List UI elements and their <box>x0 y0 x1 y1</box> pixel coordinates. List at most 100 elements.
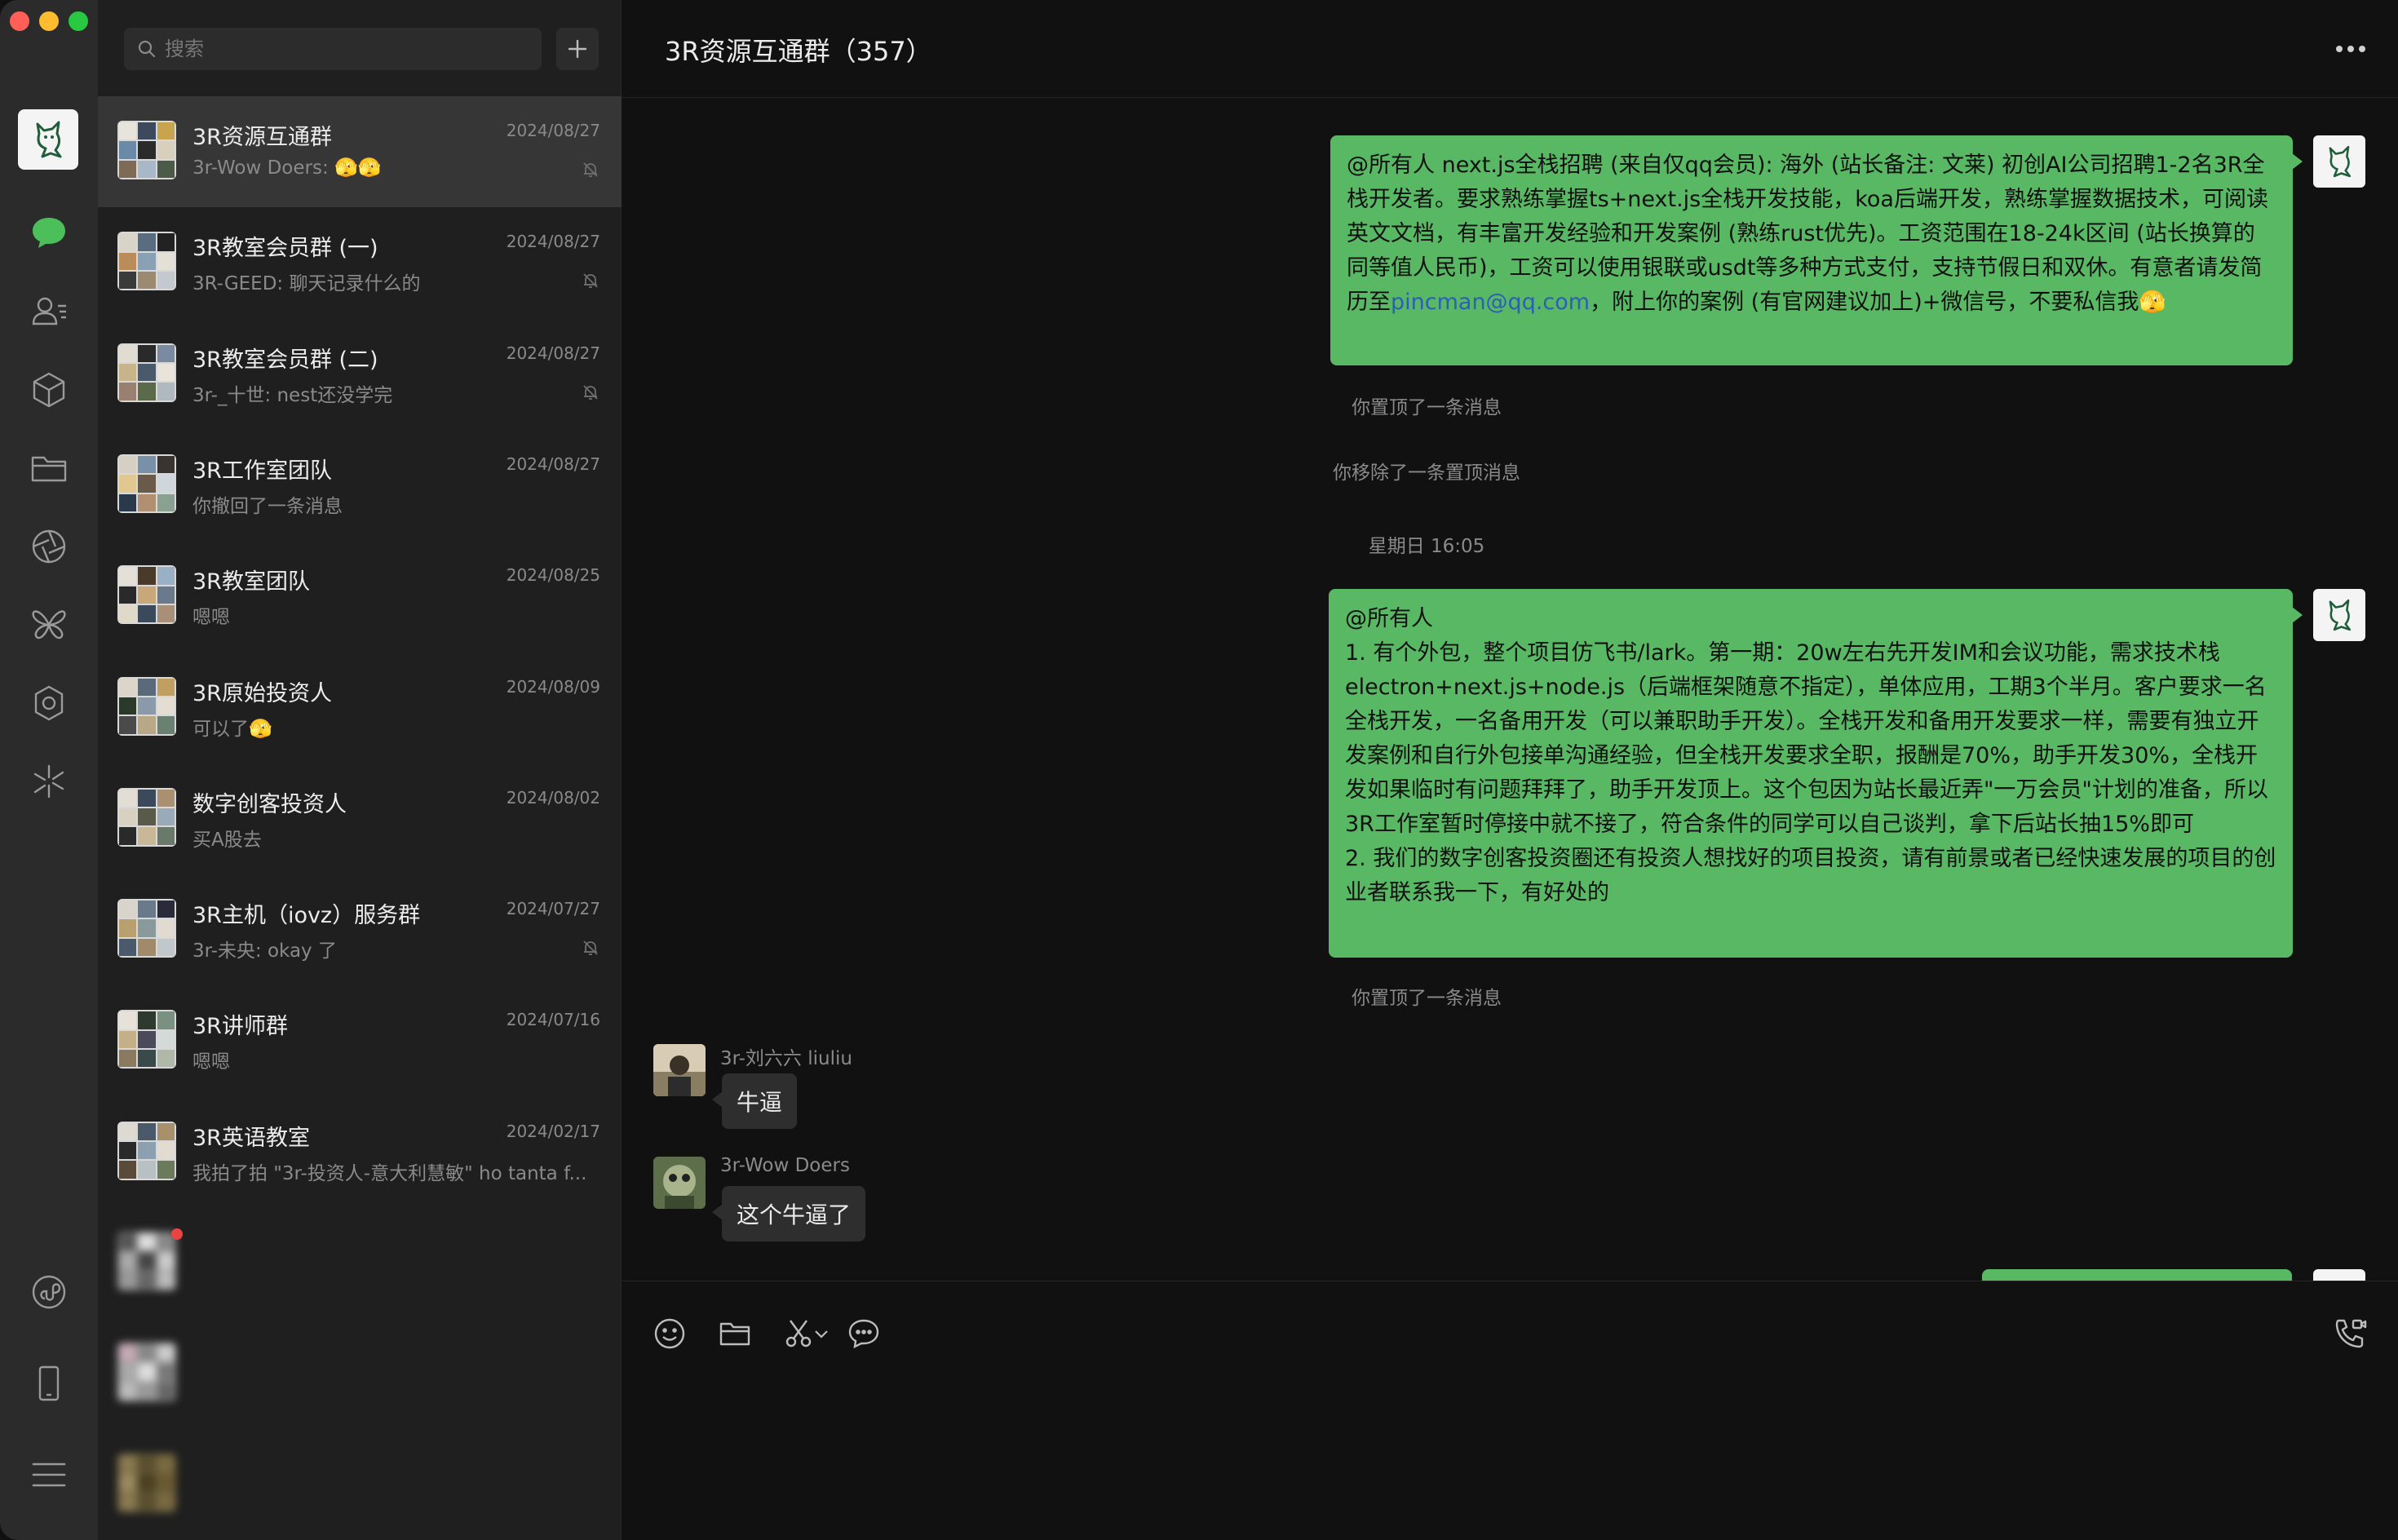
muted-bell-icon <box>581 383 600 405</box>
conversation-preview: 你撤回了一条消息 <box>192 495 343 517</box>
conversation-date: 2024/02/17 <box>506 1121 600 1141</box>
screenshot-options-button[interactable] <box>812 1311 831 1356</box>
close-window-button[interactable] <box>10 11 29 31</box>
conversation-date: 2024/07/27 <box>506 899 600 919</box>
my-avatar[interactable] <box>2313 135 2365 188</box>
aperture-icon[interactable] <box>24 522 73 571</box>
window-controls <box>10 11 88 31</box>
conversation-list: 3R资源互通群3r-Wow Doers: 🫣🫣2024/08/273R教室会员群… <box>98 0 622 1540</box>
mini-program-icon[interactable] <box>24 1268 73 1317</box>
chat-title: 3R资源互通群（357） <box>665 36 932 67</box>
emoji-button[interactable] <box>647 1311 692 1356</box>
my-avatar[interactable] <box>18 109 78 170</box>
conversation-date: 2024/08/27 <box>506 232 600 252</box>
system-message: 你移除了一条置顶消息 <box>1333 462 1520 484</box>
conversation-name: 3R教室会员群 (一) <box>192 236 378 262</box>
cat-logo-icon <box>2329 145 2352 178</box>
timestamp: 星期日 16:05 <box>1368 536 1485 557</box>
cat-logo-icon <box>36 121 62 158</box>
conversation-preview: 3R-GEED: 聊天记录什么的 <box>192 273 421 295</box>
search-input[interactable] <box>165 38 524 60</box>
conversation-preview: 3r-_十世: nest还没学完 <box>192 384 393 406</box>
conversation-item[interactable]: 3R主机（iovz）服务群 3r-未央: okay 了 2024/07/27 <box>98 874 622 985</box>
conversation-item-blurred[interactable] <box>98 1207 622 1318</box>
file-button[interactable] <box>712 1311 758 1356</box>
group-avatar <box>117 454 176 513</box>
cube-icon[interactable] <box>24 365 73 414</box>
system-message: 你置顶了一条消息 <box>1352 988 1502 1009</box>
email-link[interactable]: pincman@qq.com <box>1391 290 1590 315</box>
conversation-item[interactable]: 3R英语教室我拍了拍 "3r-投资人-意大利慧敏" ho tanta f... 2… <box>98 1097 622 1208</box>
conversation-item[interactable]: 3R讲师群嗯嗯 2024/07/16 <box>98 985 622 1096</box>
group-avatar <box>117 1010 176 1069</box>
conversation-name: 3R教室会员群 (二) <box>192 347 378 373</box>
add-button[interactable] <box>556 28 599 70</box>
sender-avatar[interactable] <box>653 1044 706 1096</box>
message-text: ，附上你的案例 (有官网建议加上)+微信号，不要私信我🫣 <box>1590 290 2166 315</box>
sender-avatar[interactable] <box>653 1157 706 1209</box>
conversation-date: 2024/08/09 <box>506 676 600 697</box>
group-avatar <box>117 899 176 958</box>
flower-icon[interactable] <box>24 679 73 728</box>
my-avatar[interactable] <box>2313 1269 2365 1281</box>
sparkle-icon[interactable] <box>24 757 73 806</box>
folder-icon[interactable] <box>24 444 73 493</box>
zoom-window-button[interactable] <box>69 11 88 31</box>
incoming-message[interactable]: 这个牛逼了 <box>711 1186 866 1241</box>
chat-panel: 3R资源互通群（357） @所有人 next.js全栈招聘 (来自仅qq会员):… <box>622 0 2398 1540</box>
outgoing-message[interactable]: @所有人 1. 有个外包，整个项目仿飞书/lark。第一期：20w左右先开发IM… <box>1329 589 2303 958</box>
conversation-date: 2024/07/16 <box>506 1010 600 1030</box>
group-avatar <box>117 1454 176 1512</box>
incoming-message[interactable]: 牛逼 <box>711 1073 798 1129</box>
message-composer[interactable] <box>622 1281 2398 1540</box>
conversation-date: 2024/08/27 <box>506 454 600 474</box>
group-avatar <box>117 343 176 402</box>
chat-history-button[interactable] <box>841 1311 887 1356</box>
conversation-preview: 3r-未央: okay 了 <box>192 940 337 962</box>
conversation-item[interactable]: 数字创客投资人 买A股去 2024/08/02 <box>98 763 622 874</box>
search-box[interactable] <box>124 28 542 70</box>
outgoing-message-partial[interactable] <box>1982 1269 2292 1281</box>
conversation-item[interactable]: 3R教室会员群 (二) 3r-_十世: nest还没学完 2024/08/27 <box>98 319 622 430</box>
conversation-name: 3R英语教室 <box>192 1125 310 1151</box>
minimize-window-button[interactable] <box>39 11 59 31</box>
outgoing-message[interactable]: @所有人 next.js全栈招聘 (来自仅qq会员): 海外 (站长备注: 文莱… <box>1330 135 2303 365</box>
butterfly-icon[interactable] <box>24 600 73 649</box>
more-options-button[interactable] <box>2331 36 2370 62</box>
phone-icon[interactable] <box>24 1359 73 1408</box>
conversation-item[interactable]: 3R资源互通群 3r-Wow Doers: 🫣🫣 2024/08/27 <box>98 96 622 207</box>
conversation-item[interactable]: 3R教室会员群 (一) 3R-GEED: 聊天记录什么的 2024/08/27 <box>98 207 622 318</box>
conversation-item[interactable]: 3R教室团队 嗯嗯 2024/08/25 <box>98 541 622 652</box>
system-message: 你置顶了一条消息 <box>1352 397 1502 418</box>
plus-icon <box>568 39 587 59</box>
cat-logo-icon <box>2329 599 2352 631</box>
conversation-name: 3R主机（iovz）服务群 <box>192 903 421 929</box>
my-avatar[interactable] <box>2313 589 2365 641</box>
contacts-icon[interactable] <box>24 287 73 336</box>
conversation-preview: 嗯嗯 <box>192 1051 230 1073</box>
conversation-date: 2024/08/27 <box>506 343 600 363</box>
chat-icon[interactable] <box>24 209 73 258</box>
menu-icon[interactable] <box>24 1450 73 1499</box>
conversation-item-blurred[interactable] <box>98 1318 622 1429</box>
muted-bell-icon <box>581 271 600 294</box>
conversation-name: 3R原始投资人 <box>192 680 332 706</box>
chat-header: 3R资源互通群（357） <box>622 0 2398 98</box>
conversation-preview: 3r-Wow Doers: 🫣🫣 <box>192 157 382 179</box>
chevron-down-icon <box>815 1330 828 1339</box>
group-avatar <box>117 1343 176 1401</box>
unread-dot <box>171 1228 183 1240</box>
conversation-item[interactable]: 3R工作室团队 你撤回了一条消息 2024/08/27 <box>98 430 622 541</box>
message-area[interactable]: @所有人 next.js全栈招聘 (来自仅qq会员): 海外 (站长备注: 文莱… <box>622 98 2398 1281</box>
sender-name: 3r-刘六六 liuliu <box>720 1048 852 1069</box>
speech-bubble-icon <box>848 1319 879 1349</box>
sender-name: 3r-Wow Doers <box>720 1155 850 1176</box>
call-button[interactable] <box>2327 1311 2373 1356</box>
conversation-preview: 可以了🫣 <box>192 718 272 740</box>
conversation-name: 3R讲师群 <box>192 1014 288 1040</box>
group-avatar <box>117 232 176 291</box>
muted-bell-icon <box>581 938 600 961</box>
conversation-item-blurred[interactable] <box>98 1429 622 1540</box>
conversation-item[interactable]: 3R原始投资人可以了🫣 2024/08/09 <box>98 653 622 763</box>
conversation-preview: 我拍了拍 "3r-投资人-意大利慧敏" ho tanta f... <box>192 1162 587 1184</box>
